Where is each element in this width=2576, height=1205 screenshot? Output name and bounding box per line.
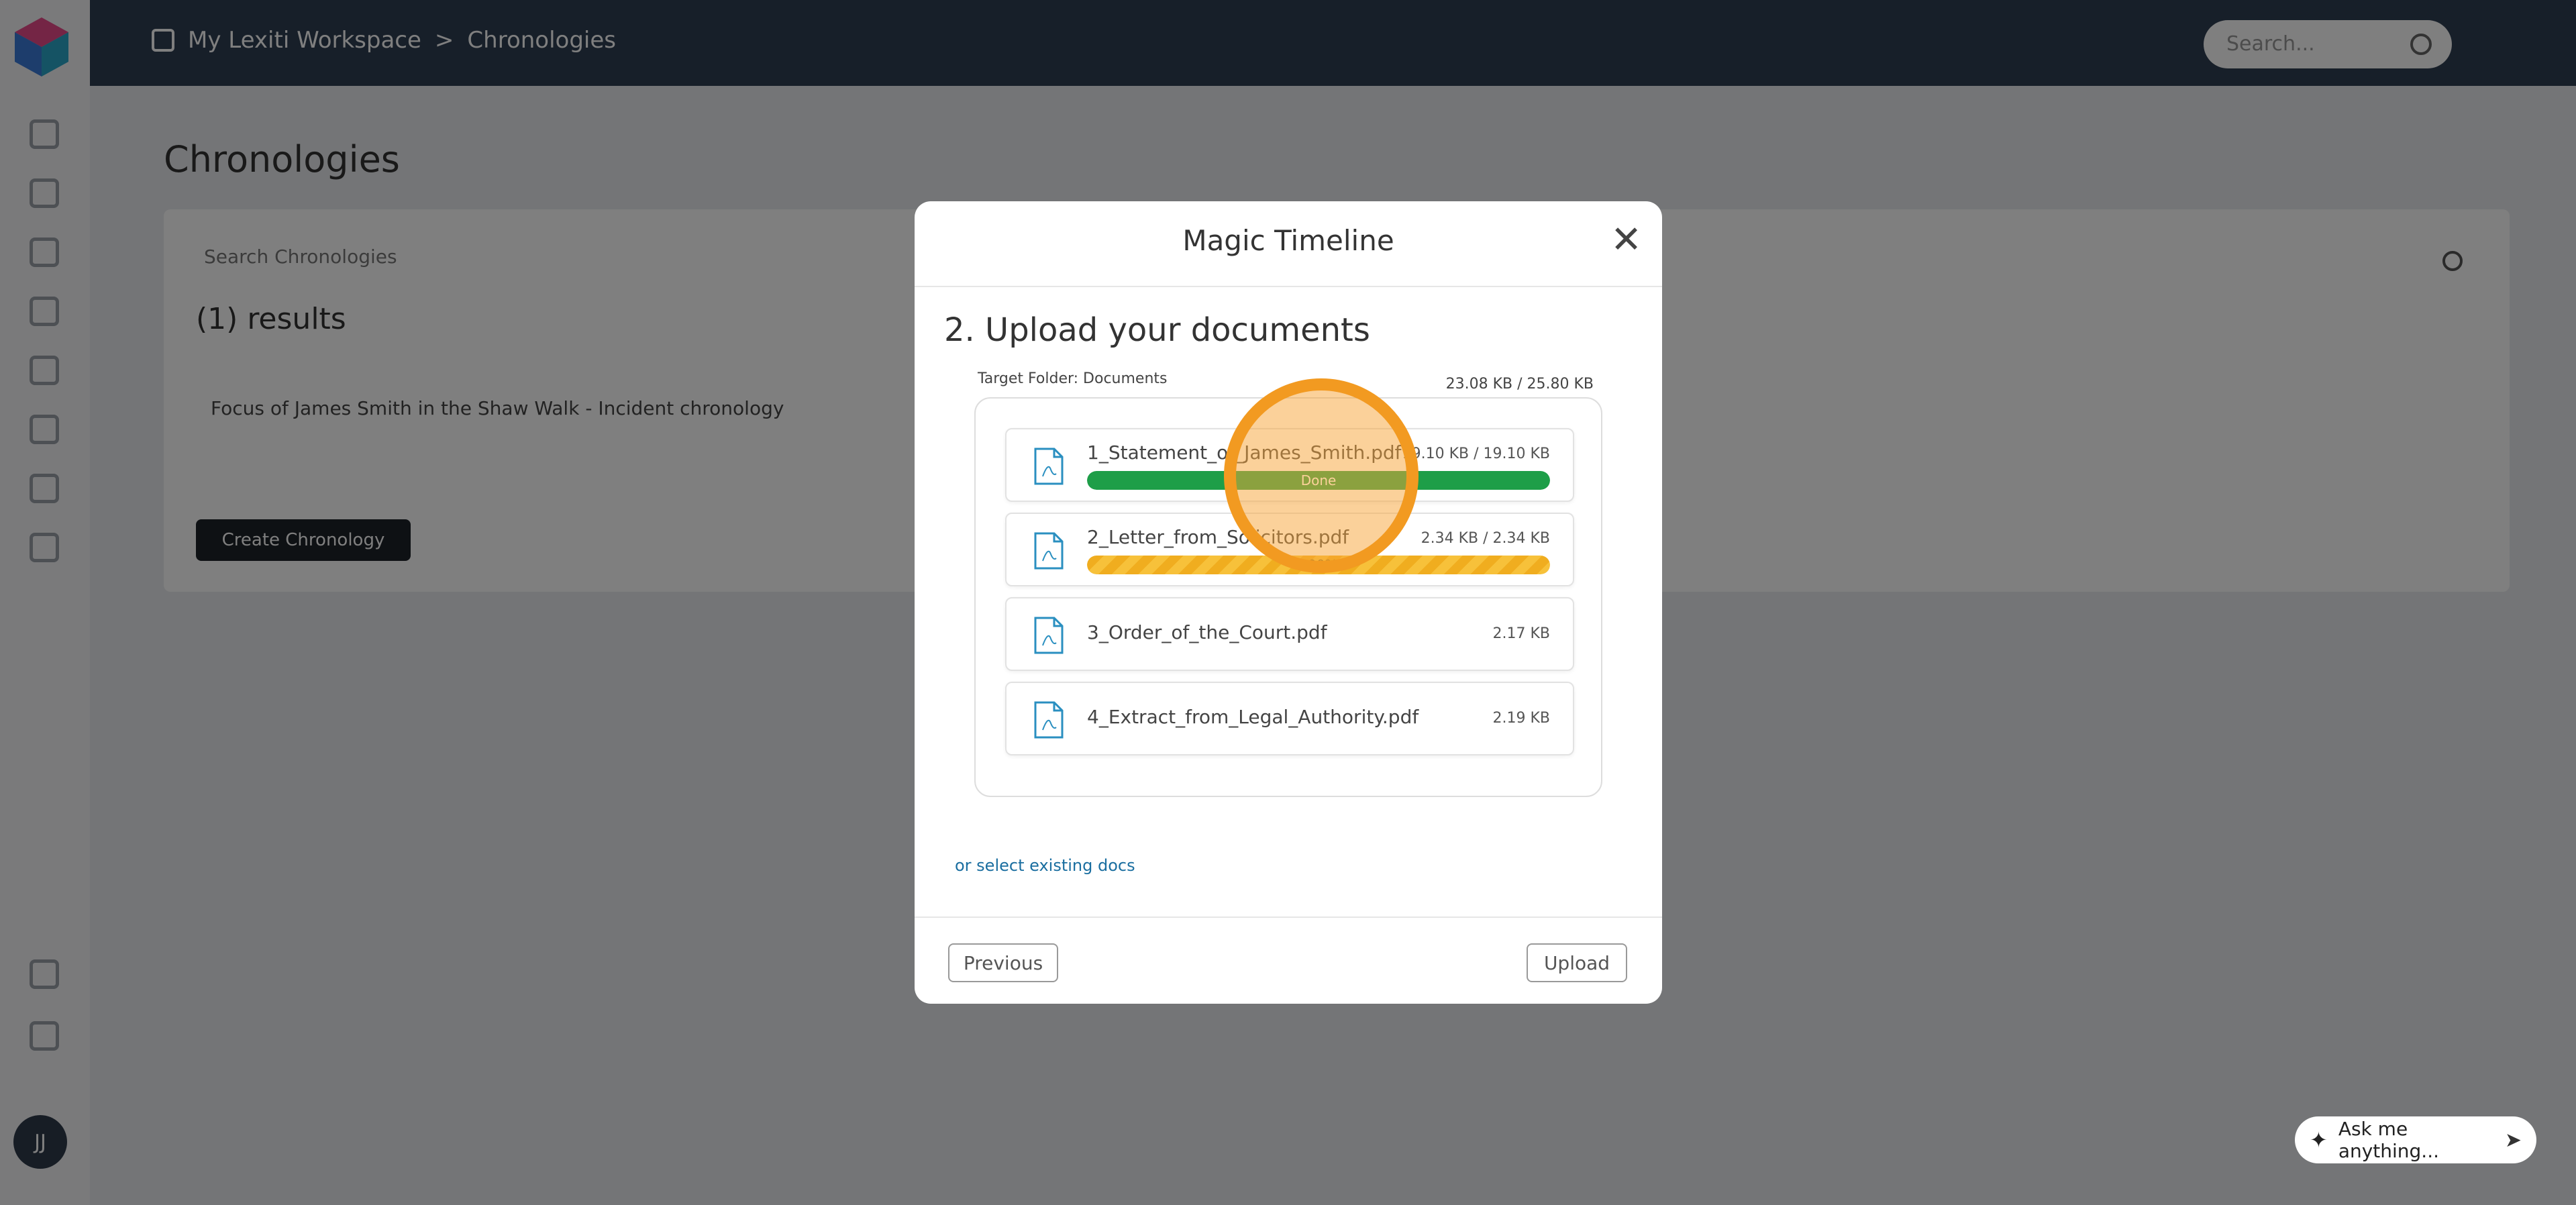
pdf-file-icon <box>1034 532 1064 570</box>
pdf-file-icon <box>1034 701 1064 739</box>
file-name: 3_Order_of_the_Court.pdf <box>1087 621 1327 643</box>
pdf-file-icon <box>1034 617 1064 654</box>
sparkle-icon: ✦ <box>2310 1127 2328 1153</box>
ai-chat-input[interactable]: ✦ Ask me anything... ➤ <box>2295 1116 2536 1163</box>
chat-placeholder: Ask me anything... <box>2338 1118 2440 1162</box>
file-name: 4_Extract_from_Legal_Authority.pdf <box>1087 706 1419 728</box>
file-item: 3_Order_of_the_Court.pdf 2.17 KB <box>1005 597 1574 671</box>
previous-button[interactable]: Previous <box>948 943 1058 982</box>
file-size: 2.34 KB / 2.34 KB <box>1421 530 1550 547</box>
step-heading: 2. Upload your documents <box>944 311 1370 349</box>
modal-title: Magic Timeline <box>1182 224 1394 257</box>
file-item: 4_Extract_from_Legal_Authority.pdf 2.19 … <box>1005 682 1574 755</box>
file-size: 2.19 KB <box>1492 710 1551 727</box>
pdf-file-icon <box>1034 448 1064 485</box>
modal-footer: Previous Upload <box>915 916 1662 1004</box>
magic-timeline-modal: Magic Timeline ✕ 2. Upload your document… <box>915 201 1662 1004</box>
click-highlight-marker <box>1224 378 1419 573</box>
modal-header: Magic Timeline ✕ <box>915 201 1662 287</box>
file-size: 19.10 KB / 19.10 KB <box>1402 446 1550 462</box>
close-icon[interactable]: ✕ <box>1610 221 1642 259</box>
target-folder: Target Folder: Documents <box>978 370 1168 387</box>
total-upload-size: 23.08 KB / 25.80 KB <box>1445 376 1594 392</box>
send-icon[interactable]: ➤ <box>2505 1129 2522 1152</box>
upload-button[interactable]: Upload <box>1527 943 1627 982</box>
select-existing-docs-link[interactable]: or select existing docs <box>955 856 1135 875</box>
file-size: 2.17 KB <box>1492 625 1551 642</box>
